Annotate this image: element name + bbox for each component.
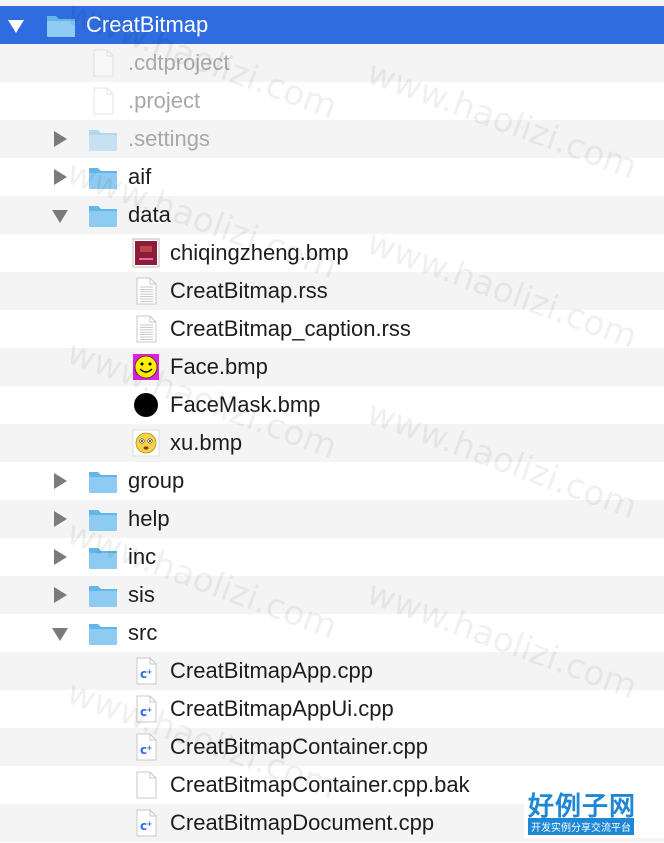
item-label: CreatBitmapDocument.cpp [170,810,435,835]
cpp-file-icon: c + [131,694,161,724]
folder-icon [88,200,118,230]
disclosure-collapsed-icon[interactable] [54,511,67,527]
cpp-file-icon: c + [131,732,161,762]
item-label: data [128,202,171,227]
file-row[interactable]: Face.bmp [0,348,664,386]
file-row[interactable]: c + CreatBitmapContainer.cpp [0,728,664,766]
document-icon [88,86,118,116]
file-row[interactable]: CreatBitmap_caption.rss [0,310,664,348]
item-label: chiqingzheng.bmp [170,240,349,265]
item-label: aif [128,164,152,189]
file-row[interactable]: xu.bmp [0,424,664,462]
folder-icon [88,466,118,496]
disclosure-expanded-icon[interactable] [8,20,24,33]
item-label: CreatBitmapContainer.cpp.bak [170,772,470,797]
folder-icon [88,124,118,154]
svg-text:+: + [147,820,153,828]
item-label: CreatBitmapApp.cpp [170,658,373,683]
folder-row[interactable]: group [0,462,664,500]
file-row[interactable]: CreatBitmap.rss [0,272,664,310]
file-row[interactable]: .project [0,82,664,120]
svg-text:+: + [147,668,153,676]
item-label: .cdtproject [128,50,230,75]
folder-row[interactable]: help [0,500,664,538]
cpp-file-icon: c + [131,808,161,838]
image-thumbnail-icon [131,238,161,268]
item-label: inc [128,544,157,569]
text-file-icon [131,314,161,344]
item-label: CreatBitmap.rss [170,278,328,303]
smiley-image-icon [131,352,161,382]
item-label: help [128,506,170,531]
item-label: CreatBitmapAppUi.cpp [170,696,394,721]
item-label: CreatBitmap_caption.rss [170,316,411,341]
item-label: .settings [128,126,210,151]
file-row[interactable]: c + CreatBitmapApp.cpp [0,652,664,690]
watermark-logo-tagline: 开发实例分享交流平台 [528,818,634,835]
file-row[interactable]: FaceMask.bmp [0,386,664,424]
folder-icon [88,542,118,572]
folder-icon [88,504,118,534]
item-label: CreatBitmapContainer.cpp [170,734,429,759]
face-image-icon [131,428,161,458]
disclosure-collapsed-icon[interactable] [54,473,67,489]
mask-image-icon [131,390,161,420]
folder-row[interactable]: data [0,196,664,234]
file-row[interactable]: .cdtproject [0,44,664,82]
disclosure-collapsed-icon[interactable] [54,549,67,565]
cpp-file-icon: c + [131,656,161,686]
folder-icon [88,580,118,610]
disclosure-collapsed-icon[interactable] [54,131,67,147]
svg-text:+: + [147,706,153,714]
disclosure-expanded-icon[interactable] [52,628,68,641]
item-label: Face.bmp [170,354,268,379]
folder-row[interactable]: aif [0,158,664,196]
folder-icon [46,10,76,40]
folder-row[interactable]: inc [0,538,664,576]
file-row[interactable]: c + CreatBitmapAppUi.cpp [0,690,664,728]
item-label: FaceMask.bmp [170,392,321,417]
folder-row[interactable]: src [0,614,664,652]
item-label: group [128,468,185,493]
svg-text:+: + [147,744,153,752]
folder-row[interactable]: CreatBitmap [0,6,664,44]
item-label: CreatBitmap [86,12,209,37]
document-icon [88,48,118,78]
folder-row[interactable]: sis [0,576,664,614]
item-label: xu.bmp [170,430,243,455]
folder-row[interactable]: .settings [0,120,664,158]
disclosure-expanded-icon[interactable] [52,210,68,223]
watermark-logo: 好例子网 开发实例分享交流平台 [524,786,664,838]
disclosure-collapsed-icon[interactable] [54,169,67,185]
item-label: src [128,620,158,645]
document-icon [131,770,161,800]
file-row[interactable]: chiqingzheng.bmp [0,234,664,272]
folder-icon [88,162,118,192]
folder-icon [88,618,118,648]
text-file-icon [131,276,161,306]
disclosure-collapsed-icon[interactable] [54,587,67,603]
item-label: sis [128,582,155,607]
item-label: .project [128,88,201,113]
